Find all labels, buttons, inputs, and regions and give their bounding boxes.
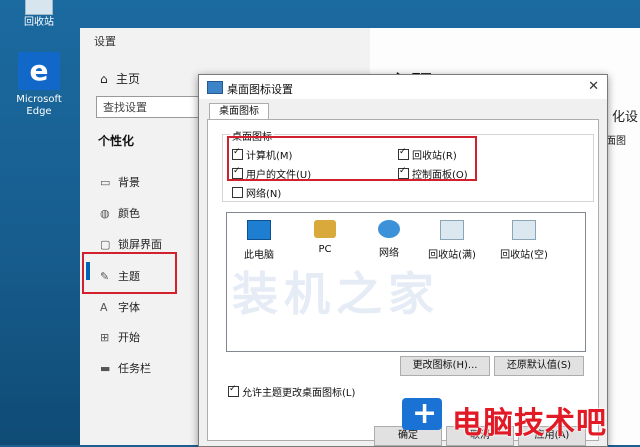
change-icon-button[interactable]: 更改图标(H)... <box>400 356 490 376</box>
taskbar-icon: ▬ <box>100 362 111 375</box>
palette-icon: ◍ <box>100 207 110 220</box>
icon-recycle-full[interactable]: 回收站(满) <box>424 220 480 261</box>
brand-logo-icon <box>402 396 442 431</box>
right-pane-subtitle: 化设 <box>612 110 639 125</box>
network-icon <box>378 220 400 238</box>
checkbox-box[interactable] <box>228 384 239 397</box>
icon-this-pc[interactable]: 此电脑 <box>231 220 287 261</box>
right-pane-link[interactable]: 面图 <box>606 132 626 147</box>
home-label: 主页 <box>116 72 141 86</box>
recycle-full-icon <box>440 220 464 240</box>
edge-icon: e <box>18 52 60 90</box>
recycle-empty-icon <box>512 220 536 240</box>
checkbox-highlight-box <box>227 136 477 181</box>
font-icon: A <box>100 301 108 314</box>
nav-item-start[interactable]: ⊞ 开始 <box>100 329 140 345</box>
lock-screen-icon: ▢ <box>100 238 111 251</box>
user-folder-icon <box>314 220 336 238</box>
picture-icon: ▭ <box>100 176 111 189</box>
settings-home[interactable]: ⌂ 主页 <box>100 70 140 87</box>
recycle-bin-icon <box>25 0 53 15</box>
desktop-edge-shortcut[interactable]: e Microsoft Edge <box>4 52 74 118</box>
icon-user[interactable]: PC <box>297 220 353 255</box>
nav-item-background[interactable]: ▭ 背景 <box>100 174 140 190</box>
dialog-titlebar: 桌面图标设置 ✕ <box>199 75 607 99</box>
desktop-recycle-label: 回收站 <box>24 17 54 28</box>
watermark: 装机之家 <box>232 267 440 321</box>
checkbox-box[interactable] <box>232 187 243 198</box>
home-icon: ⌂ <box>100 72 108 86</box>
checkbox-allow-theme[interactable]: 允许主题更改桌面图标(L) <box>228 384 355 399</box>
desktop-recycle-bin[interactable]: 回收站 <box>4 0 74 29</box>
nav-item-color[interactable]: ◍ 颜色 <box>100 205 140 221</box>
edge-label-line2: Edge <box>26 106 52 117</box>
tab-desktop-icons[interactable]: 桌面图标 <box>209 103 269 120</box>
nav-item-taskbar[interactable]: ▬ 任务栏 <box>100 360 151 376</box>
nav-item-lock-screen[interactable]: ▢ 锁屏界面 <box>100 236 162 252</box>
theme-highlight-box <box>82 252 177 294</box>
dialog-title: 桌面图标设置 <box>227 83 293 96</box>
checkbox-network[interactable]: 网络(N) <box>232 185 281 200</box>
brand-watermark-text: 电脑技术吧 <box>452 406 607 441</box>
restore-default-button[interactable]: 还原默认值(S) <box>494 356 584 376</box>
icon-network[interactable]: 网络 <box>361 220 417 259</box>
start-icon: ⊞ <box>100 331 110 344</box>
close-icon[interactable]: ✕ <box>588 79 599 94</box>
icon-recycle-empty[interactable]: 回收站(空) <box>496 220 552 261</box>
edge-label-line1: Microsoft <box>16 94 62 105</box>
section-title: 个性化 <box>98 134 135 148</box>
settings-title: 设置 <box>94 35 116 48</box>
monitor-icon <box>207 81 223 94</box>
computer-icon <box>247 220 271 240</box>
nav-item-font[interactable]: A 字体 <box>100 299 140 315</box>
